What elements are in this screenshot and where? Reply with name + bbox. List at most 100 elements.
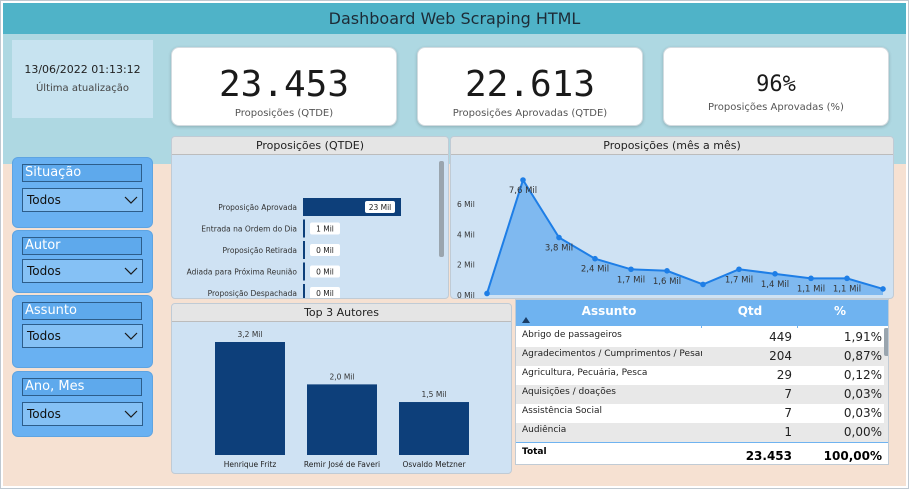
cell-assunto: Agricultura, Pecuária, Pesca bbox=[522, 368, 648, 378]
table-row[interactable]: Agradecimentos / Cumprimentos / Pesar 204… bbox=[516, 347, 888, 366]
data-label: 3,8 Mil bbox=[545, 244, 573, 254]
chart-title: Proposições (QTDE) bbox=[172, 137, 448, 155]
filter-situacao: Situação Todos bbox=[12, 157, 153, 228]
bar[interactable] bbox=[303, 284, 305, 299]
data-label: 1,6 Mil bbox=[653, 277, 681, 287]
kpi-value: 22.613 bbox=[464, 64, 596, 105]
cell-assunto: Audiência bbox=[522, 425, 567, 435]
chevron-down-icon bbox=[124, 410, 138, 418]
data-point[interactable] bbox=[592, 255, 598, 262]
filter-title: Autor bbox=[22, 237, 142, 255]
column-header-assunto[interactable]: Assunto bbox=[516, 300, 702, 326]
category-label: Proposição Despachada bbox=[208, 289, 297, 298]
cell-assunto: Aquisições / doações bbox=[522, 387, 616, 397]
category-label: Entrada na Ordem do Dia bbox=[201, 225, 297, 234]
assunto-dropdown[interactable]: Todos bbox=[22, 324, 143, 348]
last-update-label: Última atualização bbox=[35, 83, 130, 94]
data-label: 3,2 Mil bbox=[238, 330, 263, 339]
cell-pct: 0,03% bbox=[843, 406, 882, 420]
cell-pct: 0,12% bbox=[843, 368, 882, 382]
dropdown-value: Todos bbox=[27, 329, 61, 343]
data-point[interactable] bbox=[664, 267, 670, 274]
data-point[interactable] bbox=[844, 275, 850, 282]
data-label: 2,0 Mil bbox=[330, 372, 355, 381]
bar[interactable] bbox=[215, 342, 285, 455]
top-autores-bar-chart: 3,2 Mil Henrique Fritz 2,0 Mil Remir José d… bbox=[215, 330, 469, 469]
data-label: 1,7 Mil bbox=[617, 275, 645, 285]
category-label: Osvaldo Metzner bbox=[402, 460, 466, 469]
filter-assunto: Assunto Todos bbox=[12, 295, 153, 368]
cell-qtd: 204 bbox=[769, 349, 792, 363]
chart-title: Top 3 Autores bbox=[172, 304, 511, 322]
data-point[interactable] bbox=[880, 286, 886, 292]
data-label: 23 Mil bbox=[369, 203, 392, 212]
data-point[interactable] bbox=[808, 275, 814, 282]
filter-ano-mes: Ano, Mes Todos bbox=[12, 371, 153, 437]
category-label: Henrique Fritz bbox=[224, 460, 277, 469]
autor-dropdown[interactable]: Todos bbox=[22, 259, 143, 283]
data-point[interactable] bbox=[556, 234, 562, 241]
ano-mes-dropdown[interactable]: Todos bbox=[22, 402, 143, 426]
table-total-row: Total 23.453 100,00% bbox=[516, 442, 888, 464]
data-point[interactable] bbox=[736, 266, 742, 273]
last-update-card: 13/06/2022 01:13:12 Última atualização bbox=[12, 40, 153, 118]
dropdown-value: Todos bbox=[27, 264, 61, 278]
chevron-down-icon bbox=[124, 196, 138, 204]
cell-pct: 1,91% bbox=[843, 330, 882, 344]
kpi-value: 23.453 bbox=[218, 64, 350, 105]
total-qtd: 23.453 bbox=[745, 449, 792, 463]
data-point[interactable] bbox=[772, 271, 778, 277]
table-row[interactable]: Agricultura, Pecuária, Pesca 29 0,12% bbox=[516, 366, 888, 385]
table-scrollbar-thumb[interactable] bbox=[884, 328, 888, 356]
situacao-dropdown[interactable]: Todos bbox=[22, 188, 143, 212]
data-point[interactable] bbox=[484, 290, 490, 297]
proposicoes-bar-panel: Proposições (QTDE) Proposição Aprovada 23… bbox=[171, 136, 449, 299]
total-label: Total bbox=[522, 447, 547, 457]
data-label: 0 Mil bbox=[316, 246, 334, 255]
kpi-label: Proposições Aprovadas (%) bbox=[708, 102, 844, 113]
data-point[interactable] bbox=[700, 281, 706, 288]
table-row[interactable]: Assistência Social 7 0,03% bbox=[516, 404, 888, 423]
table-row[interactable]: Audiência 1 0,00% bbox=[516, 423, 888, 442]
bar[interactable] bbox=[399, 402, 469, 455]
data-label: 0 Mil bbox=[316, 268, 334, 277]
y-tick-label: 6 Mil bbox=[457, 200, 475, 209]
data-label: 7,6 Mil bbox=[509, 186, 537, 196]
filter-autor: Autor Todos bbox=[12, 230, 153, 293]
kpi-label: Proposições (QTDE) bbox=[234, 108, 334, 119]
cell-qtd: 29 bbox=[776, 368, 792, 382]
table-row[interactable]: Aquisições / doações 7 0,03% bbox=[516, 385, 888, 404]
column-header-pct[interactable]: % bbox=[798, 300, 882, 326]
bar[interactable] bbox=[303, 262, 305, 281]
data-label: 0 Mil bbox=[316, 289, 334, 298]
column-header-qtd[interactable]: Qtd bbox=[702, 300, 798, 326]
table-scrollbar-track[interactable] bbox=[884, 328, 888, 438]
data-label: 1,1 Mil bbox=[797, 284, 825, 294]
bar[interactable] bbox=[303, 219, 305, 238]
y-tick-label: 4 Mil bbox=[457, 230, 475, 239]
data-label: 1 Mil bbox=[316, 225, 334, 234]
dropdown-value: Todos bbox=[27, 193, 61, 207]
dropdown-value: Todos bbox=[27, 407, 61, 421]
chart-title: Proposições (mês a mês) bbox=[451, 137, 893, 155]
table-row[interactable]: Abrigo de passageiros 449 1,91% bbox=[516, 328, 888, 347]
data-label: 1,1 Mil bbox=[833, 284, 861, 294]
scrollbar-thumb[interactable] bbox=[439, 161, 444, 257]
assunto-table: Assunto Qtd % Abrigo de passageiros 449 1,… bbox=[515, 299, 889, 465]
monthly-area-panel: Proposições (mês a mês) 0 Mil 2 Mil 4 Mil 6… bbox=[450, 136, 894, 299]
data-label: 1,5 Mil bbox=[422, 390, 447, 399]
data-point[interactable] bbox=[520, 177, 526, 183]
y-tick-label: 0 Mil bbox=[457, 291, 475, 299]
chevron-down-icon bbox=[124, 332, 138, 340]
category-label: Remir José de Faveri bbox=[304, 460, 380, 469]
category-label: Proposição Aprovada bbox=[218, 203, 297, 212]
page-title: Dashboard Web Scraping HTML bbox=[3, 3, 906, 34]
cell-qtd: 449 bbox=[769, 330, 792, 344]
data-point[interactable] bbox=[628, 266, 634, 273]
bar[interactable] bbox=[303, 241, 305, 259]
cell-assunto: Assistência Social bbox=[522, 406, 603, 416]
filter-title: Assunto bbox=[22, 302, 142, 320]
kpi-card-proposicoes: 23.453 Proposições (QTDE) bbox=[171, 47, 397, 126]
bar[interactable] bbox=[307, 384, 377, 455]
total-pct: 100,00% bbox=[823, 449, 882, 463]
